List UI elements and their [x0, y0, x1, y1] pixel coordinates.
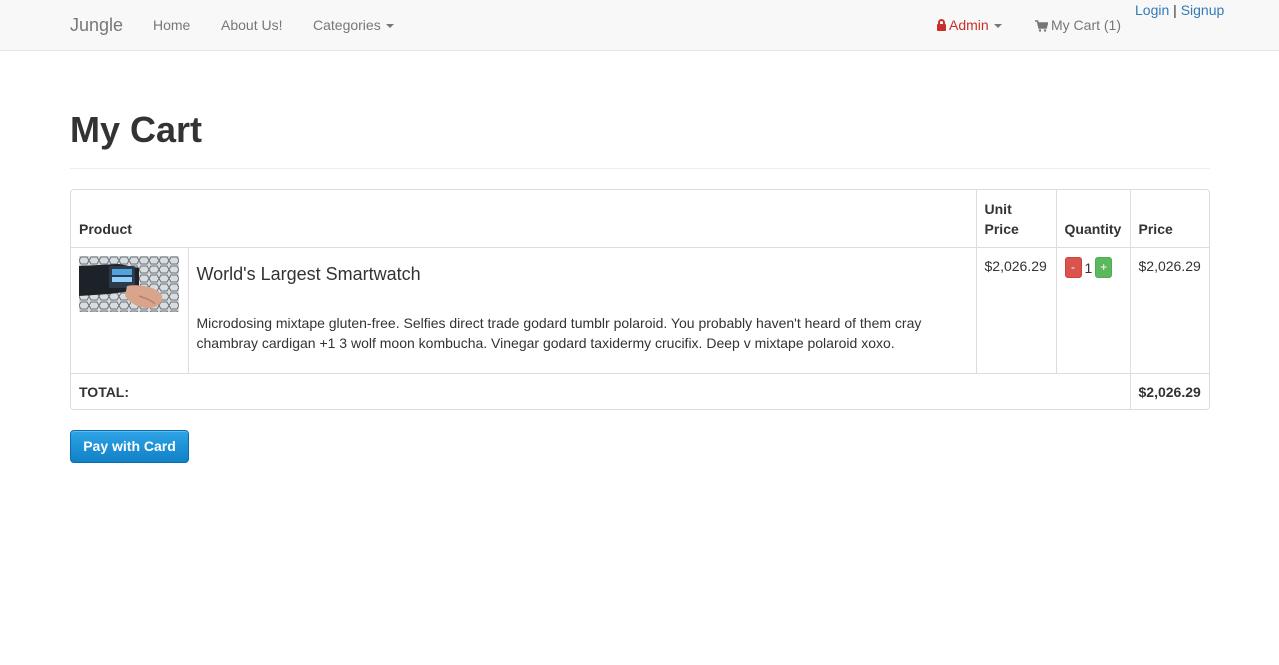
header-product: Product: [71, 190, 977, 248]
nav-home-link[interactable]: Home: [153, 17, 190, 33]
decrease-quantity-button[interactable]: -: [1064, 257, 1082, 279]
product-image: [79, 255, 179, 312]
nav-categories-label: Categories: [313, 17, 381, 33]
nav-cart-link[interactable]: My Cart (1): [1035, 17, 1121, 33]
chevron-down-icon: [385, 24, 394, 29]
header-quantity: Quantity: [1055, 190, 1131, 248]
signup-link[interactable]: Signup: [1181, 2, 1225, 18]
nav-admin-dropdown[interactable]: Admin: [937, 17, 1002, 33]
quantity-value: 1: [1084, 259, 1093, 276]
auth-links: Login | Signup: [1135, 2, 1224, 18]
total-row: TOTAL: $2,026.29: [71, 372, 1209, 409]
nav-admin-label: Admin: [949, 17, 989, 33]
product-info-cell: World's Largest Smartwatch Microdosing m…: [187, 246, 977, 374]
table-row: World's Largest Smartwatch Microdosing m…: [71, 246, 1209, 374]
auth-separator: |: [1173, 2, 1177, 18]
total-value: $2,026.29: [1129, 372, 1209, 409]
nav-categories-dropdown[interactable]: Categories: [313, 17, 394, 33]
increase-quantity-button[interactable]: +: [1095, 257, 1113, 279]
lock-icon: [937, 19, 946, 31]
header-price: Price: [1129, 190, 1209, 248]
header-unit-price: Unit Price: [975, 190, 1057, 248]
title-divider: [70, 168, 1210, 169]
quantity-cell: -1 +: [1055, 246, 1131, 374]
unit-price-cell: $2,026.29: [975, 246, 1057, 374]
cart-table: Product Unit Price Quantity Price World'…: [71, 190, 1209, 409]
page-title: My Cart: [70, 109, 203, 150]
login-link[interactable]: Login: [1135, 2, 1169, 18]
product-name: World's Largest Smartwatch: [196, 263, 421, 284]
quantity-stepper: -1 +: [1064, 256, 1122, 279]
top-navbar: Jungle Home About Us! Categories Admin M…: [0, 0, 1279, 51]
nav-about-link[interactable]: About Us!: [221, 17, 282, 33]
table-header-row: Product Unit Price Quantity Price: [71, 190, 1209, 248]
total-label: TOTAL:: [71, 372, 1131, 409]
pay-with-card-button[interactable]: Pay with Card: [70, 430, 189, 463]
chevron-down-icon: [993, 24, 1002, 29]
product-image-cell: [71, 246, 189, 374]
price-cell: $2,026.29: [1129, 246, 1209, 374]
nav-cart-label: My Cart (1): [1051, 17, 1121, 33]
brand-link[interactable]: Jungle: [70, 15, 123, 36]
cart-table-panel: Product Unit Price Quantity Price World'…: [70, 189, 1210, 410]
product-description: Microdosing mixtape gluten-free. Selfies…: [196, 314, 922, 351]
cart-icon: [1035, 20, 1048, 32]
